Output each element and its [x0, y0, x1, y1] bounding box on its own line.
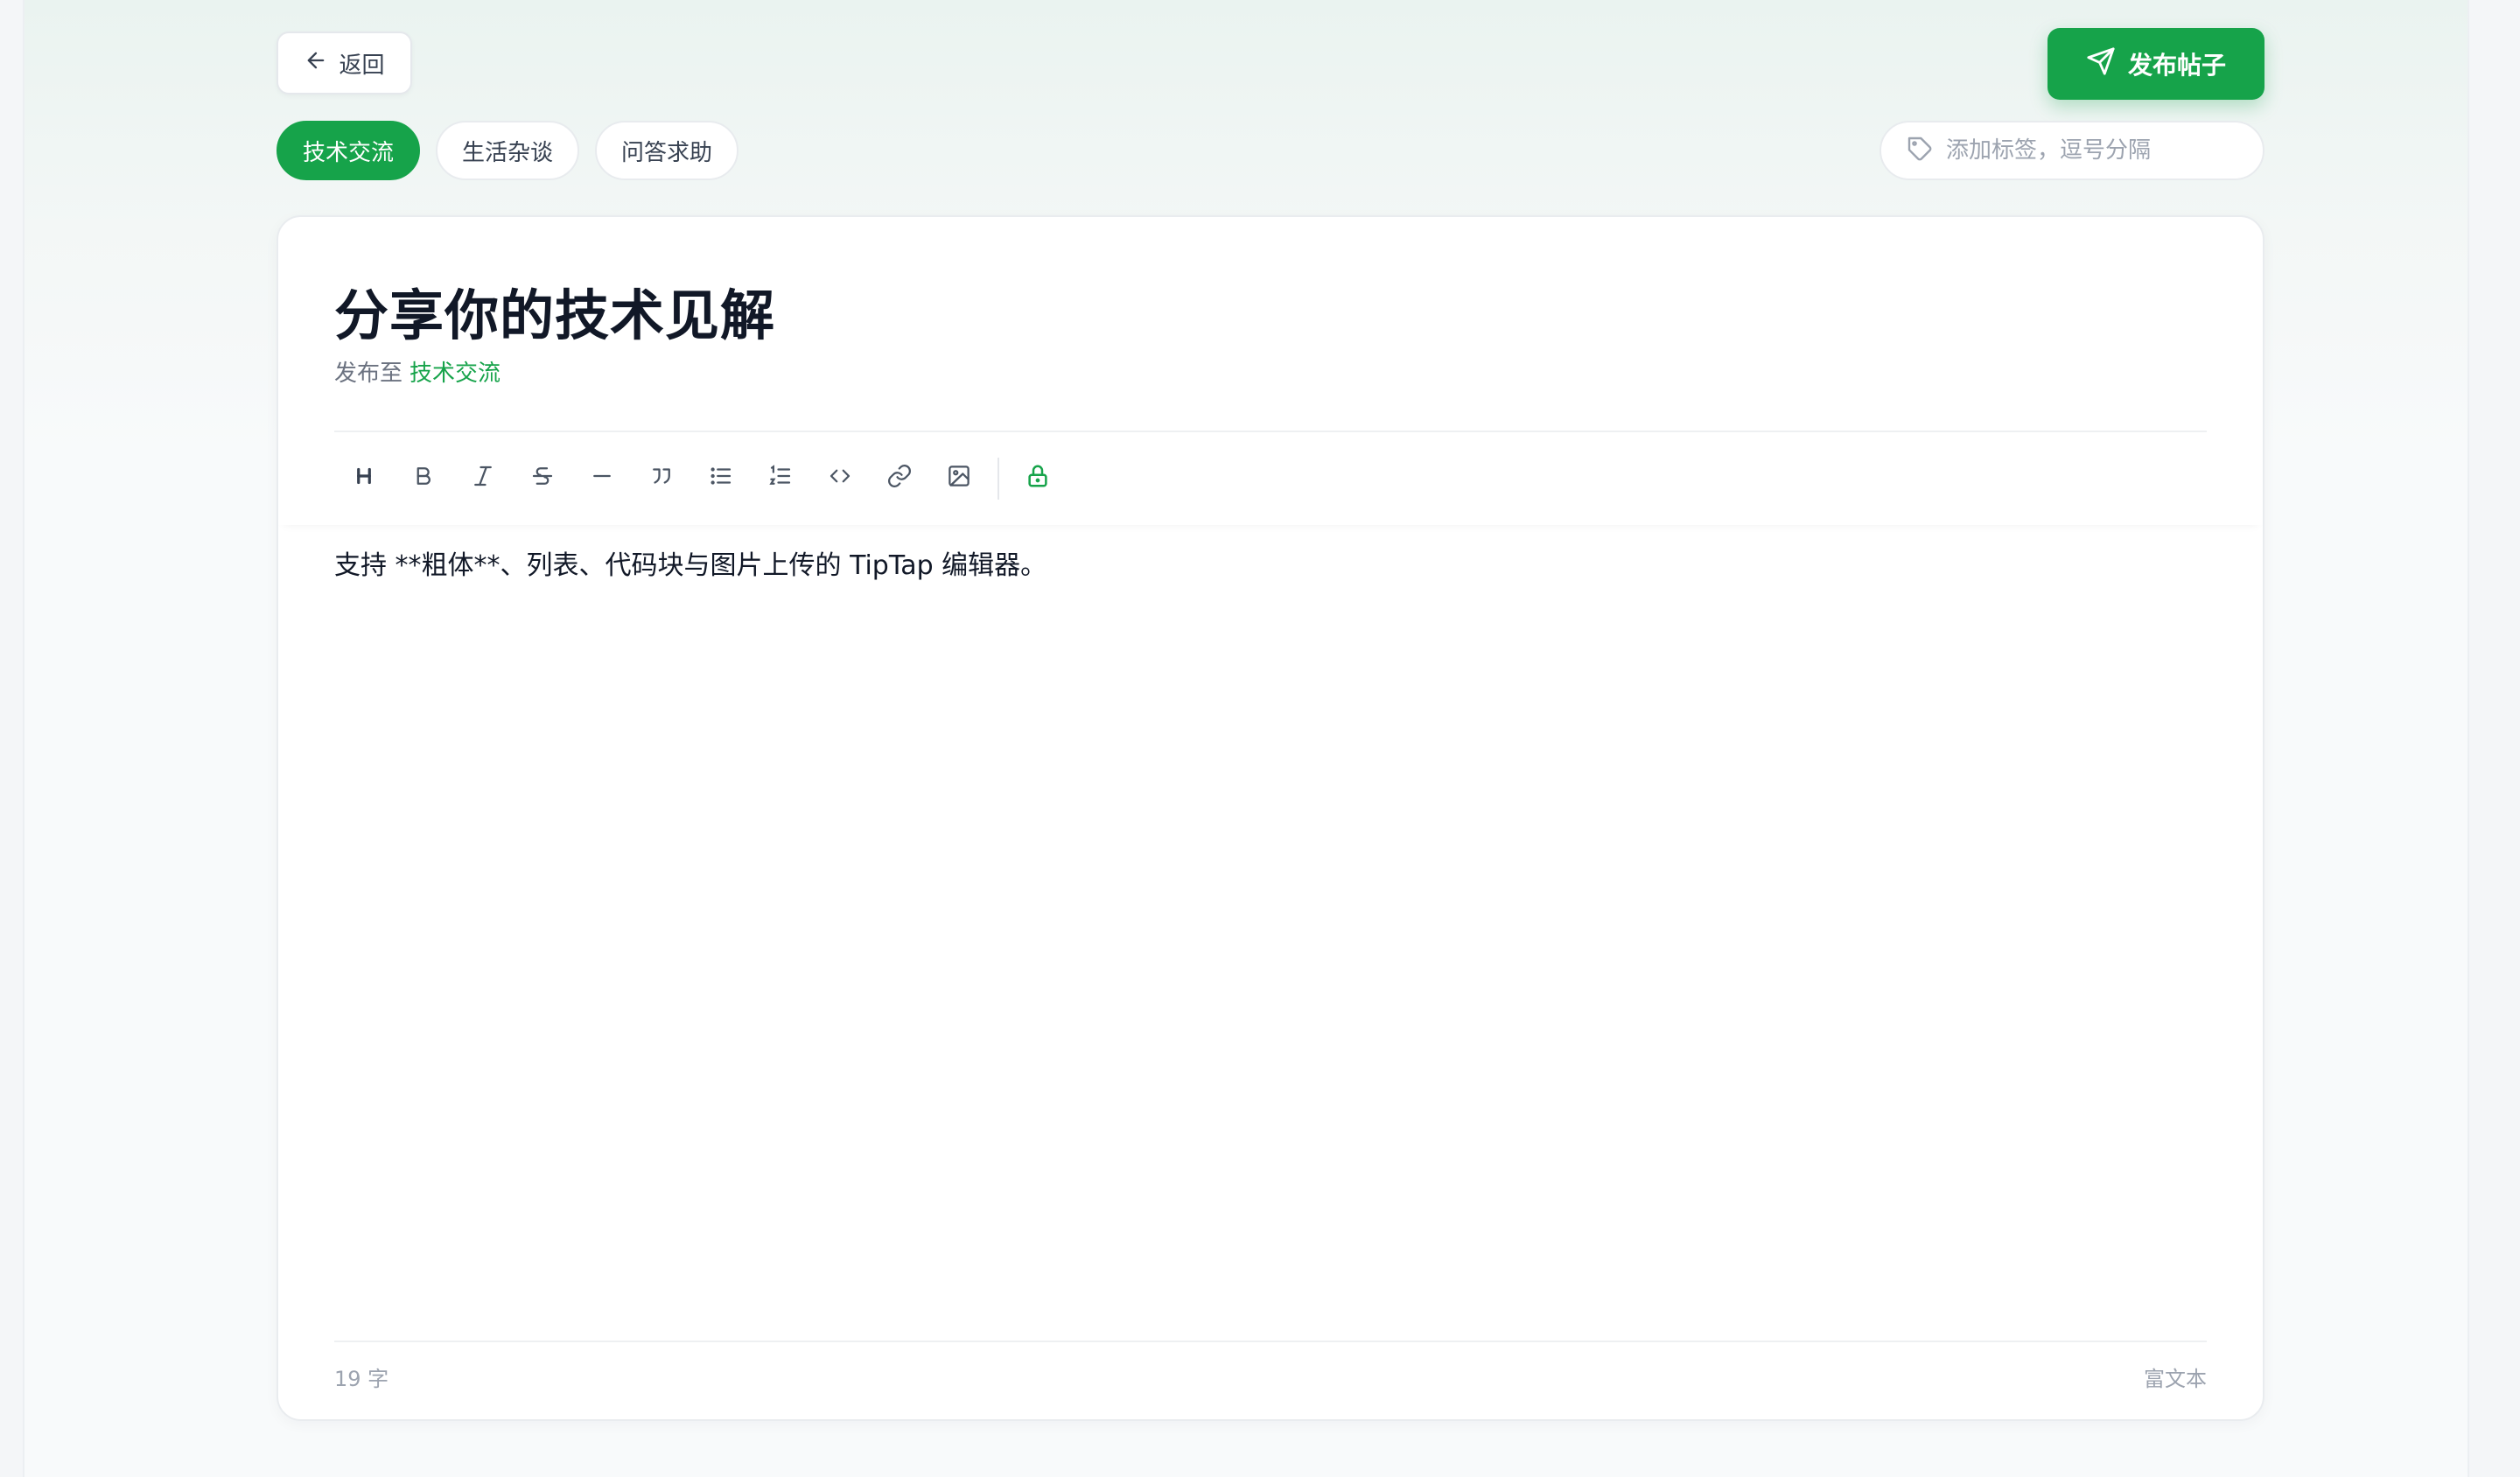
publish-label: 发布帖子: [2127, 51, 2226, 80]
category-tabs: 技术交流 生活杂谈 问答求助: [276, 121, 739, 180]
tag-field[interactable]: [1880, 121, 2264, 180]
image-icon: [946, 463, 972, 495]
italic-button[interactable]: [453, 449, 513, 508]
link-icon: [886, 463, 913, 495]
page-title: 分享你的技术见解: [334, 284, 776, 347]
bullet-list-icon: [708, 463, 734, 495]
ordered-list-icon: [767, 463, 794, 495]
image-button[interactable]: [929, 449, 989, 508]
blockquote-button[interactable]: [632, 449, 691, 508]
publish-to-category[interactable]: 技术交流: [410, 360, 500, 387]
blockquote-icon: [648, 463, 675, 495]
link-button[interactable]: [870, 449, 929, 508]
lock-icon: [1025, 463, 1051, 495]
toolbar-separator: [998, 458, 999, 500]
publish-to-info: 发布至 技术交流: [334, 355, 500, 388]
arrow-left-icon: [304, 48, 328, 79]
bold-icon: [410, 463, 437, 495]
rich-text-editor[interactable]: 支持 **粗体**、列表、代码块与图片上传的 TipTap 编辑器。: [334, 548, 2207, 1419]
footer-divider: [334, 1340, 2207, 1342]
editor-card: 分享你的技术见解 发布至 技术交流 支持 **粗体**、列表、代码块与图片上传的…: [276, 215, 2264, 1421]
publish-to-prefix: 发布至: [334, 360, 403, 387]
page-frame: 返回 发布帖子 技术交流 生活杂谈 问答求助 分享你的技术见解 发布至技术交流: [23, 0, 2469, 1477]
back-button[interactable]: 返回: [276, 32, 412, 94]
tag-icon: [1906, 135, 1934, 166]
strikethrough-button[interactable]: [513, 449, 572, 508]
horizontal-rule-button[interactable]: [572, 449, 632, 508]
heading-button[interactable]: [334, 449, 394, 508]
send-icon: [2086, 46, 2116, 82]
code-icon: [827, 463, 853, 495]
editor-mode-label: 富文本: [2144, 1367, 2207, 1391]
category-tab-life[interactable]: 生活杂谈: [436, 121, 580, 180]
bold-button[interactable]: [394, 449, 453, 508]
heading-icon: [351, 463, 377, 495]
lock-button[interactable]: [1008, 449, 1068, 508]
bullet-list-button[interactable]: [691, 449, 751, 508]
category-tab-tech[interactable]: 技术交流: [276, 121, 421, 180]
publish-button[interactable]: 发布帖子: [2048, 28, 2264, 100]
ordered-list-button[interactable]: [751, 449, 810, 508]
strikethrough-icon: [529, 463, 556, 495]
category-tab-qa[interactable]: 问答求助: [595, 121, 739, 180]
horizontal-rule-icon: [589, 463, 615, 495]
tag-input[interactable]: [1946, 137, 2244, 164]
word-count: 19 字: [334, 1367, 389, 1391]
editor-toolbar: [278, 432, 2263, 525]
code-button[interactable]: [810, 449, 870, 508]
italic-icon: [470, 463, 496, 495]
back-label: 返回: [339, 52, 385, 79]
